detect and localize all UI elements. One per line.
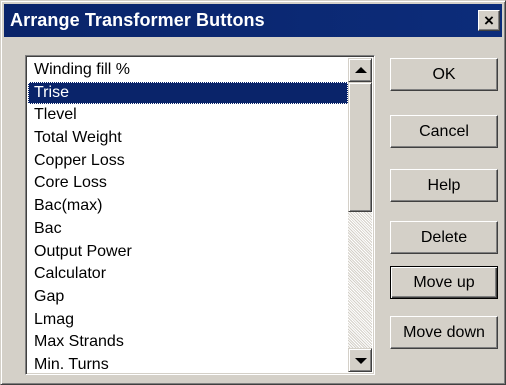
list-items: Winding fill % Trise Tlevel Total Weight Cop… <box>28 59 348 374</box>
list-item[interactable]: Trise <box>28 81 348 105</box>
list-item[interactable]: Tlevel <box>28 104 348 127</box>
scroll-thumb[interactable] <box>348 82 372 212</box>
list-item[interactable]: Calculator <box>28 263 348 286</box>
cancel-button[interactable]: Cancel <box>390 115 498 148</box>
vertical-scrollbar[interactable] <box>348 58 372 372</box>
scroll-up-button[interactable] <box>348 58 372 82</box>
list-item[interactable]: Total Weight <box>28 127 348 150</box>
list-item[interactable]: Bac <box>28 218 348 241</box>
list-item[interactable]: Output Power <box>28 241 348 264</box>
list-item[interactable]: Gap <box>28 286 348 309</box>
list-item[interactable]: Winding fill % <box>28 59 348 82</box>
dialog-window: Arrange Transformer Buttons × Winding fi… <box>0 0 506 385</box>
transformer-buttons-list[interactable]: Winding fill % Trise Tlevel Total Weight Cop… <box>25 55 375 375</box>
help-button[interactable]: Help <box>390 169 498 202</box>
dialog-title: Arrange Transformer Buttons <box>10 10 265 30</box>
list-item[interactable]: Bac(max) <box>28 195 348 218</box>
delete-button[interactable]: Delete <box>390 221 498 254</box>
scroll-up-arrow-icon <box>355 67 367 73</box>
title-bar: Arrange Transformer Buttons × <box>4 4 502 37</box>
scroll-down-button[interactable] <box>348 348 372 372</box>
move-down-button[interactable]: Move down <box>390 316 498 349</box>
list-item[interactable]: Max Strands <box>28 331 348 354</box>
ok-button[interactable]: OK <box>390 58 498 91</box>
scroll-down-arrow-icon <box>355 358 367 364</box>
list-item[interactable]: Min. Turns <box>28 354 348 374</box>
move-up-button[interactable]: Move up <box>390 266 498 299</box>
close-button[interactable]: × <box>478 10 500 31</box>
list-item[interactable]: Lmag <box>28 309 348 332</box>
list-item[interactable]: Core Loss <box>28 172 348 195</box>
list-item[interactable]: Copper Loss <box>28 150 348 173</box>
close-icon: × <box>484 11 494 30</box>
